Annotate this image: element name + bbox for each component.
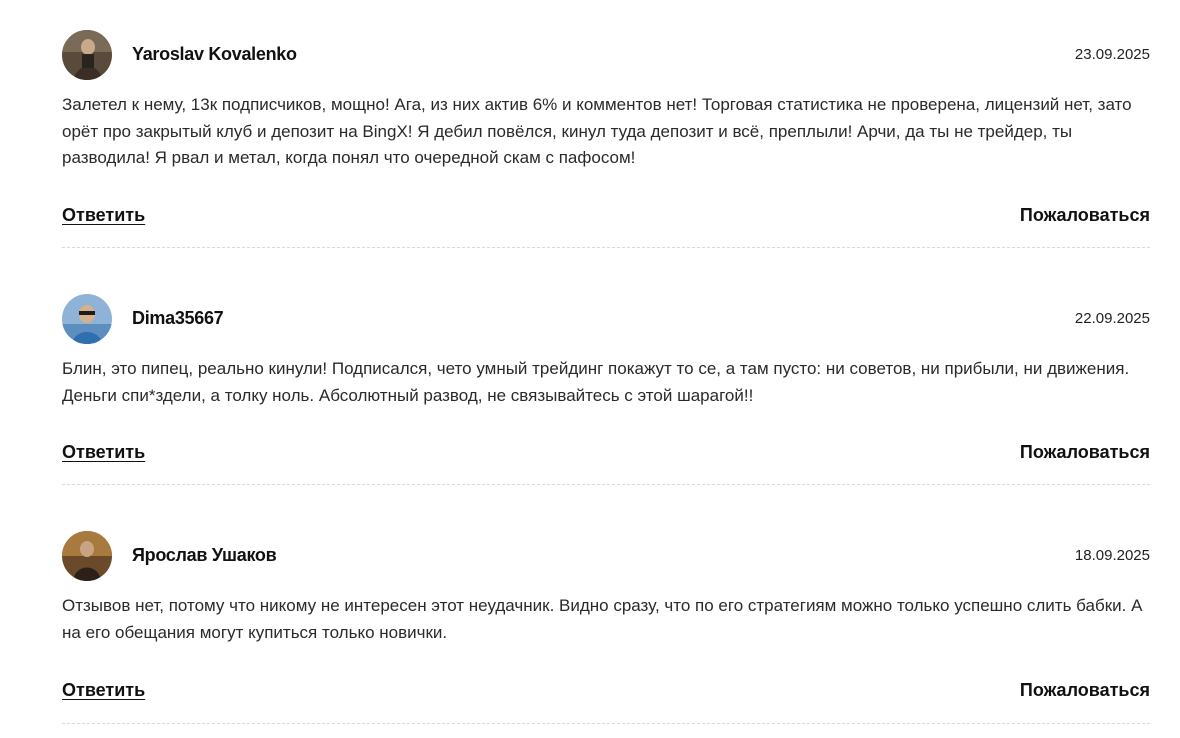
avatar[interactable] — [62, 30, 112, 80]
comment-actions: Ответить Пожаловаться — [62, 442, 1150, 466]
comment-date: 22.09.2025 — [1074, 310, 1150, 327]
comment-text: Отзывов нет, потому что никому не интере… — [62, 596, 1143, 642]
comment-header: Ярослав Ушаков 18.09.2025 — [62, 531, 1150, 581]
comment-author: Dima35667 — [132, 308, 224, 328]
comment-text: Блин, это пипец, реально кинули! Подписа… — [62, 359, 1130, 405]
comment-header: Yaroslav Kovalenko 23.09.2025 — [62, 30, 1150, 80]
reply-button[interactable]: Ответить — [62, 442, 145, 463]
comment-author: Yaroslav Kovalenko — [132, 44, 297, 64]
report-button[interactable]: Пожаловаться — [1020, 442, 1150, 463]
comment-author: Ярослав Ушаков — [132, 545, 277, 565]
avatar[interactable] — [62, 294, 112, 344]
comment-actions: Ответить Пожаловаться — [62, 680, 1150, 704]
comment-actions: Ответить Пожаловаться — [62, 205, 1150, 229]
reply-button[interactable]: Ответить — [62, 205, 145, 226]
reply-button[interactable]: Ответить — [62, 680, 145, 701]
comment-date: 18.09.2025 — [1074, 547, 1150, 564]
report-button[interactable]: Пожаловаться — [1020, 680, 1150, 701]
comment-date: 23.09.2025 — [1074, 46, 1150, 63]
report-button[interactable]: Пожаловаться — [1020, 205, 1150, 226]
avatar[interactable] — [62, 531, 112, 581]
comment-header: Dima35667 22.09.2025 — [62, 294, 1150, 344]
comment-text: Залетел к нему, 13к подписчиков, мощно! … — [62, 95, 1132, 167]
comment-divider — [62, 484, 1150, 485]
comment-divider — [62, 723, 1150, 724]
comment-divider — [62, 247, 1150, 248]
